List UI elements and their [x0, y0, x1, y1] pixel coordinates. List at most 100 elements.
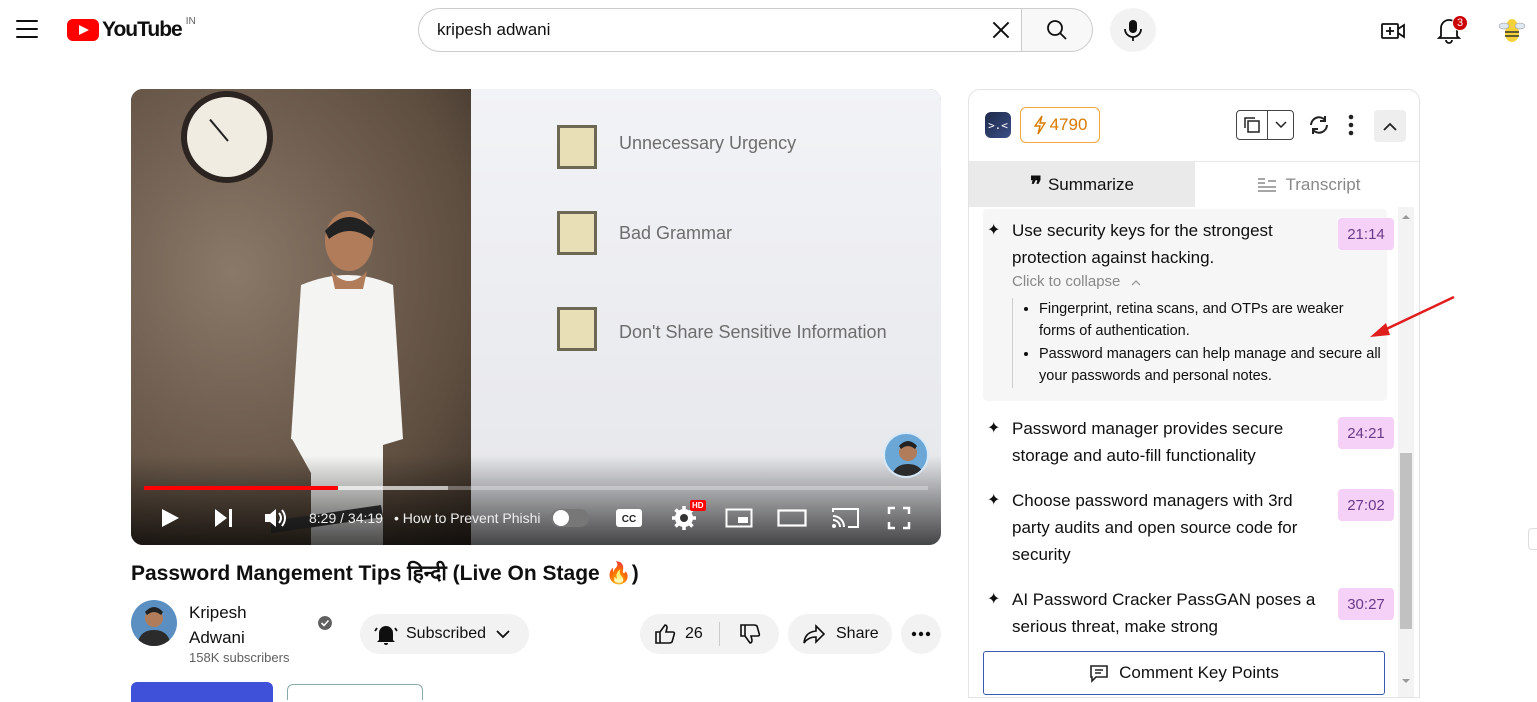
- top-bar: YouTube IN kripesh adwani 3: [0, 0, 1537, 60]
- copy-button-group[interactable]: [1236, 110, 1294, 140]
- summary-extension-panel: >.< 4790 ❞ Summarize Transcript ✦ Use se…: [968, 89, 1420, 698]
- menu-icon[interactable]: [16, 20, 38, 38]
- miniplayer-icon[interactable]: [725, 507, 753, 529]
- timestamp-button[interactable]: 21:14: [1338, 218, 1394, 250]
- svg-text:CC: CC: [622, 514, 636, 525]
- hd-badge: HD: [690, 500, 706, 511]
- sparkle-icon: ✦: [987, 591, 1001, 608]
- channel-name[interactable]: Kripesh Adwani: [189, 600, 289, 650]
- wall-clock: [181, 91, 273, 183]
- dislike-button[interactable]: [720, 622, 779, 646]
- summary-text: AI Password Cracker PassGAN poses a seri…: [1012, 590, 1316, 636]
- sparkle-icon: ✦: [987, 492, 1001, 509]
- like-dislike-group: 26: [640, 614, 779, 654]
- timestamp-button[interactable]: 30:27: [1338, 588, 1394, 620]
- chevron-up-icon: [1131, 280, 1141, 286]
- video-progress-bar[interactable]: [144, 486, 928, 490]
- fullscreen-icon[interactable]: [887, 506, 911, 530]
- search-value: kripesh adwani: [437, 20, 551, 39]
- lightning-bolt-icon: [1033, 115, 1046, 135]
- account-avatar[interactable]: [1496, 14, 1528, 46]
- more-vertical-icon[interactable]: [1343, 113, 1359, 137]
- collapse-link[interactable]: Click to collapse: [1012, 273, 1141, 290]
- logo-word: YouTube: [102, 18, 183, 41]
- extension-action-button[interactable]: [131, 682, 273, 702]
- video-title: Password Mangement Tips हिन्दी (Live On …: [131, 562, 639, 585]
- summary-text: Password manager provides secure storage…: [1012, 419, 1284, 465]
- panel-tabs: ❞ Summarize Transcript: [969, 161, 1419, 207]
- share-label: Share: [836, 625, 879, 642]
- video-time: 8:29 / 34:19: [309, 510, 383, 526]
- notification-count-badge: 3: [1452, 15, 1468, 31]
- country-code: IN: [185, 15, 196, 27]
- sub-bullet: Password managers can help manage and se…: [1039, 343, 1382, 387]
- like-count: 26: [685, 625, 703, 642]
- slide-item: Don't Share Sensitive Information: [619, 322, 887, 342]
- search-input[interactable]: kripesh adwani: [418, 8, 1022, 52]
- bell-ringing-icon: [374, 626, 398, 645]
- volume-icon[interactable]: [263, 506, 289, 530]
- sub-bullet: Fingerprint, retina scans, and OTPs are …: [1039, 298, 1382, 342]
- more-actions-button[interactable]: [901, 614, 941, 654]
- scrollbar-thumb[interactable]: [1400, 453, 1412, 629]
- copy-icon[interactable]: [1243, 116, 1261, 134]
- scroll-down-arrow-icon[interactable]: [1398, 675, 1414, 687]
- channel-avatar[interactable]: [131, 600, 177, 646]
- captions-icon[interactable]: CC: [615, 507, 643, 529]
- share-button[interactable]: Share: [788, 614, 892, 654]
- autoplay-toggle[interactable]: [551, 509, 589, 527]
- thumbs-down-icon: [739, 624, 760, 644]
- chevron-up-icon: [1383, 122, 1397, 131]
- scroll-up-arrow-icon[interactable]: [1398, 211, 1414, 223]
- search-button[interactable]: [1021, 8, 1093, 52]
- buffered-progress: [338, 486, 448, 490]
- chevron-down-icon: [496, 630, 510, 639]
- thumbs-up-icon: [655, 624, 676, 644]
- next-video-icon[interactable]: [213, 507, 235, 529]
- chevron-down-icon[interactable]: [1274, 121, 1287, 129]
- credits-count: 4790: [1049, 115, 1088, 134]
- video-player[interactable]: Unnecessary Urgency Bad Grammar Don't Sh…: [131, 89, 941, 545]
- cast-icon[interactable]: [831, 506, 861, 530]
- extension-logo: >.<: [985, 112, 1011, 138]
- collapse-panel-button[interactable]: [1374, 110, 1406, 142]
- theater-mode-icon[interactable]: [777, 507, 807, 529]
- subscribed-button[interactable]: Subscribed: [360, 614, 529, 654]
- timestamp-button[interactable]: 24:21: [1338, 417, 1394, 449]
- summary-list: ✦ Use security keys for the strongest pr…: [969, 207, 1419, 657]
- chapter-title[interactable]: • How to Prevent Phishi: [394, 510, 541, 526]
- timestamp-button[interactable]: 27:02: [1338, 489, 1394, 521]
- more-horizontal-icon: [911, 631, 931, 637]
- create-video-icon[interactable]: [1380, 18, 1406, 44]
- comment-button-label: Comment Key Points: [1119, 663, 1279, 682]
- summary-text: Choose password managers with 3rd party …: [1012, 491, 1298, 564]
- sparkle-icon: ✦: [987, 222, 1001, 239]
- microphone-icon: [1124, 20, 1142, 41]
- like-button[interactable]: 26: [640, 622, 720, 646]
- channel-watermark-avatar[interactable]: [883, 432, 929, 478]
- tab-summarize-label: Summarize: [1047, 174, 1134, 194]
- comment-icon: [1090, 665, 1108, 683]
- quote-icon: ❞: [1030, 171, 1042, 198]
- sparkle-icon: ✦: [987, 420, 1001, 437]
- refresh-icon[interactable]: [1307, 113, 1331, 137]
- youtube-logo[interactable]: YouTube IN: [67, 15, 196, 42]
- transcript-lines-icon: [1257, 177, 1276, 192]
- sub-bullet-list: Fingerprint, retina scans, and OTPs are …: [1012, 298, 1382, 388]
- side-panel-toggle[interactable]: [1528, 528, 1537, 550]
- tab-summarize[interactable]: ❞ Summarize: [969, 162, 1195, 207]
- play-icon[interactable]: [159, 507, 181, 529]
- credits-badge[interactable]: 4790: [1020, 107, 1100, 143]
- slide-item: Unnecessary Urgency: [619, 133, 797, 153]
- voice-search-button[interactable]: [1110, 8, 1156, 52]
- search-icon: [1047, 20, 1067, 40]
- summary-text: Use security keys for the strongest prot…: [1012, 221, 1273, 267]
- collapse-link-label: Click to collapse: [1012, 273, 1121, 290]
- tab-transcript[interactable]: Transcript: [1195, 162, 1419, 207]
- clear-search-icon[interactable]: [988, 17, 1014, 43]
- annotation-arrow: [1370, 295, 1455, 337]
- subscriber-count: 158K subscribers: [189, 650, 290, 665]
- slide-item: Bad Grammar: [619, 223, 733, 243]
- played-progress: [144, 486, 338, 490]
- comment-key-points-button[interactable]: Comment Key Points: [983, 651, 1385, 695]
